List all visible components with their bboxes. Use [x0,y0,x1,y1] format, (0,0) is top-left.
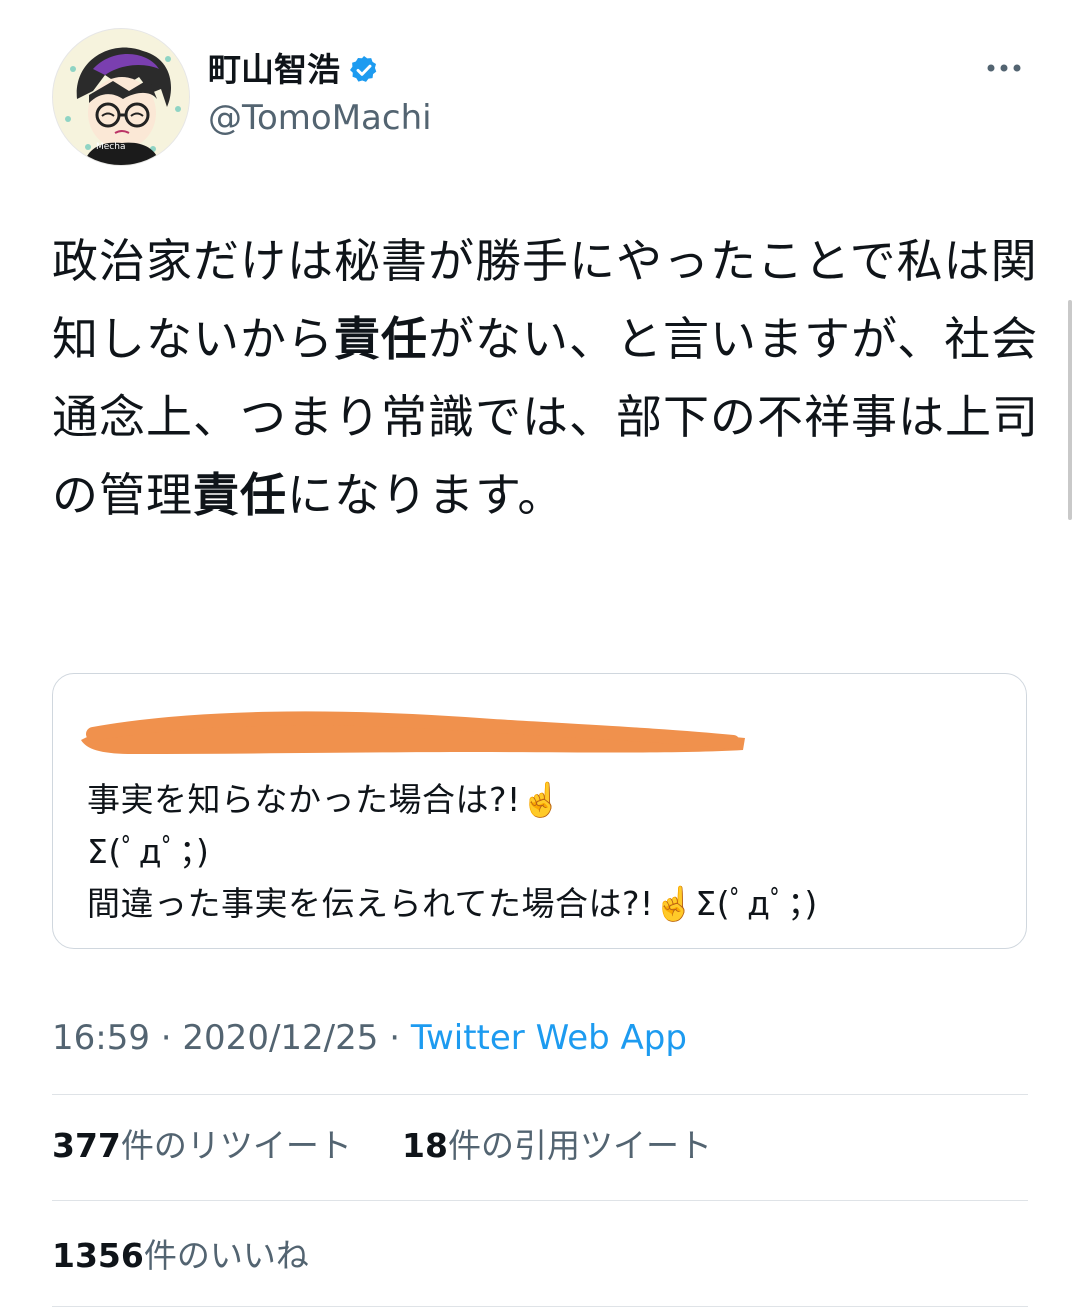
quote-count: 18 [402,1126,448,1165]
avatar-caption: Mecha [96,142,126,152]
author-name-row[interactable]: 町山智浩 [208,50,380,90]
tweet-metadata: 16:59 · 2020/12/25 · Twitter Web App [52,1016,687,1060]
author-display-name[interactable]: 町山智浩 [208,50,340,90]
verified-badge-icon [348,54,380,86]
quoted-line: 間違った事実を伝えられてた場合は?!☝️Σ(ﾟдﾟ；) [87,884,818,923]
tweet-text-bold-segment: 責任 [193,468,287,522]
retweets-stat[interactable]: 377件のリツイート [52,1124,352,1168]
like-label: 件のいいね [143,1236,309,1275]
tweet-text-bold-segment: 責任 [334,312,428,366]
divider [52,1306,1028,1307]
meta-separator: · [389,1018,401,1058]
like-count: 1356 [52,1236,144,1275]
quoted-line: Σ(ﾟдﾟ；) [87,832,210,871]
tweet-text-segment: になります。 [287,468,565,522]
retweet-count: 377 [52,1126,121,1165]
redaction-scribble [81,711,745,754]
tweet-text: 政治家だけは秘書が勝手にやったことで私は関知しないから責任がない、と言いますが、… [52,222,1042,534]
quote-label: 件の引用ツイート [447,1126,712,1165]
quoted-tweet-text: 事実を知らなかった場合は?!☝️ Σ(ﾟдﾟ；) 間違った事実を伝えられてた場合は?… [87,774,818,930]
divider [52,1200,1028,1201]
quoted-line: 事実を知らなかった場合は?!☝️ [87,780,563,819]
meta-separator: · [160,1018,172,1058]
quote-tweets-stat[interactable]: 18件の引用ツイート [402,1124,712,1168]
scrollbar[interactable] [1068,300,1072,520]
tweet-time[interactable]: 16:59 [52,1018,150,1058]
retweet-label: 件のリツイート [120,1126,352,1165]
tweet-date[interactable]: 2020/12/25 [182,1018,378,1058]
more-horizontal-icon[interactable] [984,48,1024,88]
author-handle[interactable]: @TomoMachi [208,98,432,138]
quoted-tweet-card[interactable]: 事実を知らなかった場合は?!☝️ Σ(ﾟдﾟ；) 間違った事実を伝えられてた場合は?… [52,673,1027,949]
tweet-source[interactable]: Twitter Web App [411,1018,687,1058]
likes-stat[interactable]: 1356件のいいね [52,1234,309,1278]
divider [52,1094,1028,1095]
